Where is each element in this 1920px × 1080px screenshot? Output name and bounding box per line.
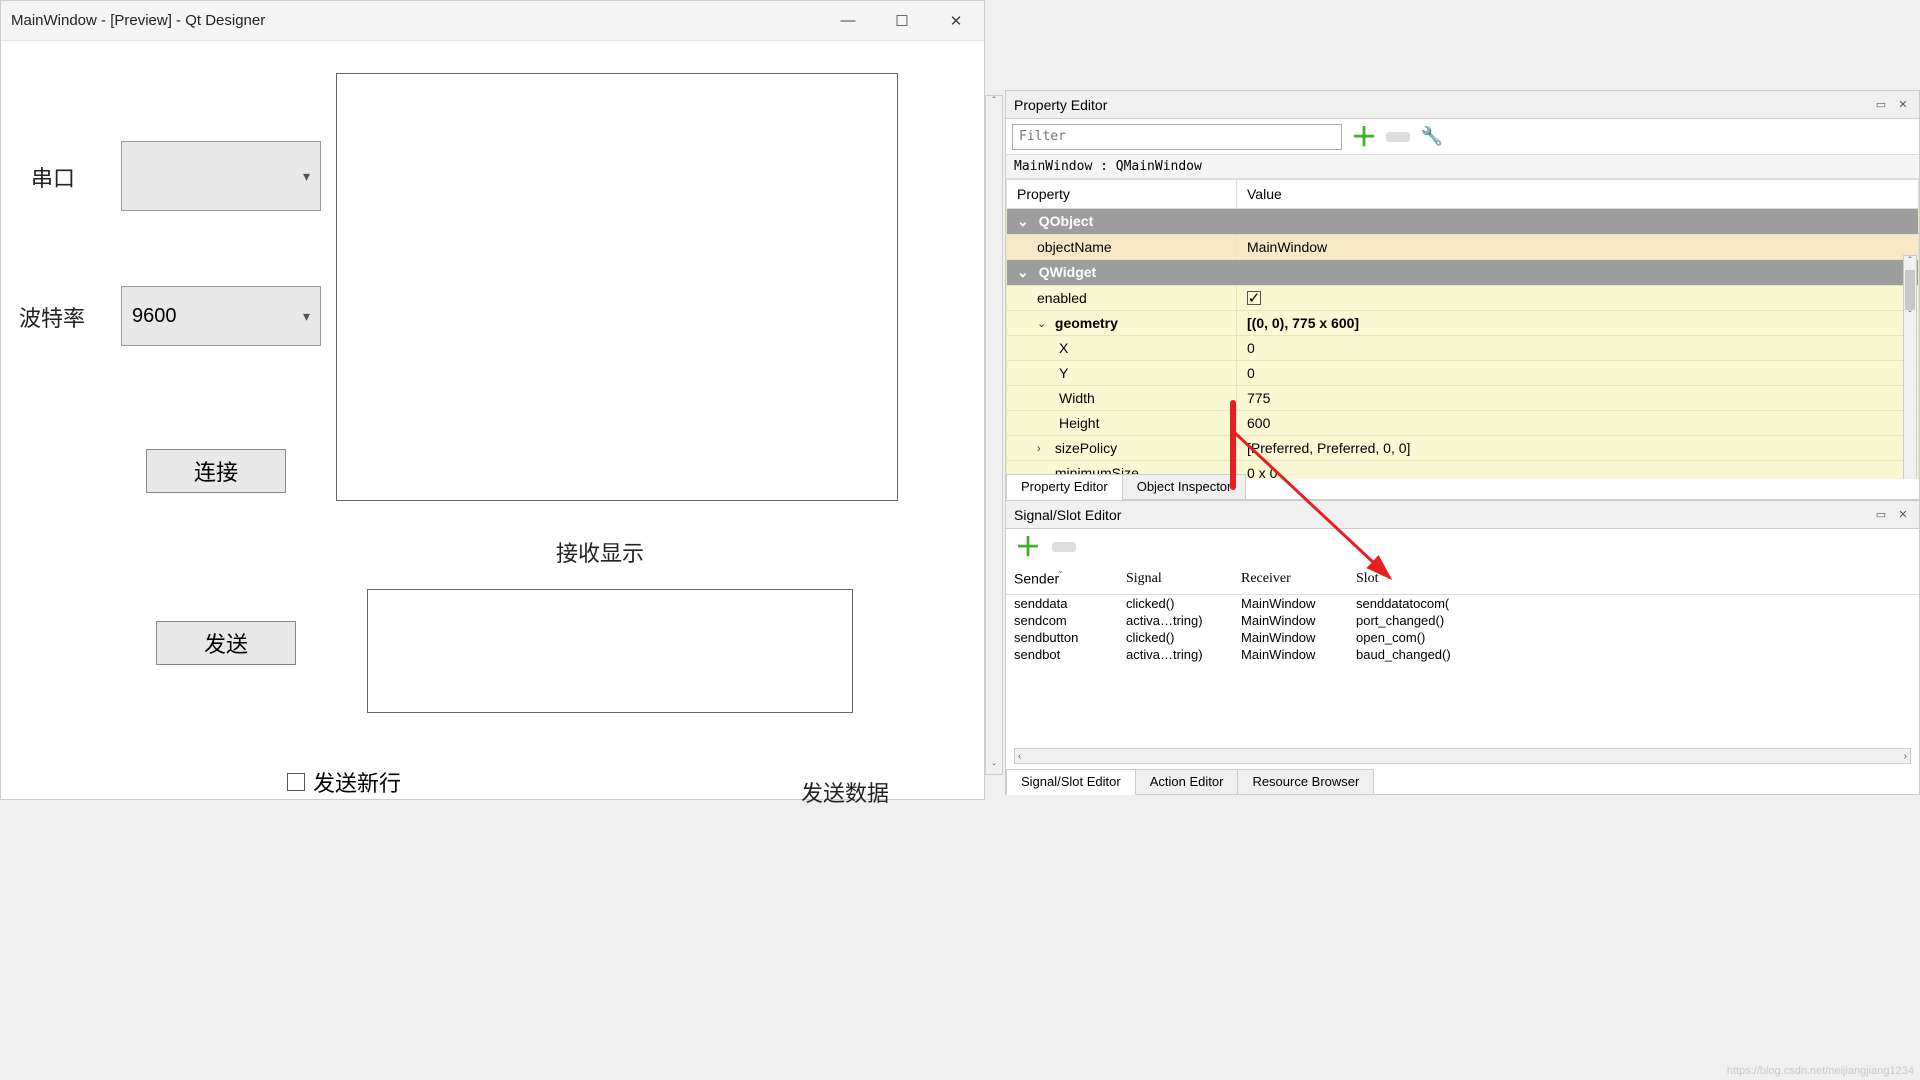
close-icon[interactable]: ✕ (1895, 97, 1911, 113)
col-slot[interactable]: Slot (1348, 565, 1919, 594)
baud-combobox[interactable]: 9600 ▾ (121, 286, 321, 346)
chevron-down-icon: ▾ (303, 168, 310, 185)
row-width[interactable]: Width775 (1007, 386, 1919, 411)
signal-slot-panel: Signal/Slot Editor ▭ ✕ ＋ Senderˇ Signal … (1005, 500, 1920, 795)
signal-slot-bottom-tabs: Signal/Slot Editor Action Editor Resourc… (1006, 769, 1373, 795)
float-icon[interactable]: ▭ (1873, 507, 1889, 523)
annotation-vertical-mark (1230, 400, 1236, 490)
property-editor-header[interactable]: Property Editor ▭ ✕ (1006, 91, 1919, 119)
maximize-button[interactable]: ☐ (884, 7, 920, 35)
preview-window: MainWindow - [Preview] - Qt Designer — ☐… (0, 0, 985, 800)
table-row[interactable]: senddataclicked()MainWindowsenddatatocom… (1006, 594, 1919, 612)
remove-connection-icon[interactable] (1052, 535, 1076, 559)
group-qobject[interactable]: ⌄ QObject (1007, 209, 1919, 235)
row-x[interactable]: X0 (1007, 336, 1919, 361)
send-button[interactable]: 发送 (156, 621, 296, 665)
row-sizepolicy[interactable]: › sizePolicy[Preferred, Preferred, 0, 0] (1007, 436, 1919, 461)
settings-wrench-icon[interactable]: 🔧 (1420, 125, 1444, 149)
send-newline-checkbox[interactable]: 发送新行 (287, 766, 401, 798)
col-property[interactable]: Property (1007, 180, 1237, 209)
col-receiver[interactable]: Receiver (1233, 565, 1348, 594)
property-table-header: Property Value (1007, 180, 1919, 209)
connect-button[interactable]: 连接 (146, 449, 286, 493)
send-button-label: 发送 (204, 627, 248, 659)
row-enabled[interactable]: enabled✓ (1007, 286, 1919, 311)
window-controls: — ☐ ✕ (830, 7, 974, 35)
signal-slot-toolbar: ＋ (1006, 529, 1919, 565)
property-editor-title: Property Editor (1014, 97, 1107, 113)
col-sender[interactable]: Senderˇ (1006, 565, 1118, 594)
right-dock: ˆˇ Property Editor ▭ ✕ ＋ 🔧 MainWindow : … (1005, 0, 1920, 1080)
table-row[interactable]: sendbotactiva…tring)MainWindowbaud_chang… (1006, 646, 1919, 663)
connect-button-label: 连接 (194, 455, 238, 487)
object-path: MainWindow : QMainWindow (1006, 155, 1919, 179)
property-table[interactable]: Property Value ⌄ QObject objectNameMainW… (1006, 179, 1919, 479)
preview-body: 串口 ▾ 波特率 9600 ▾ 连接 发送 接收显示 发送新行 发送数据 (1, 41, 984, 799)
checkbox-box-icon (287, 773, 305, 791)
signal-slot-table-header: Senderˇ Signal Receiver Slot (1006, 565, 1919, 594)
group-qwidget[interactable]: ⌄ QWidget (1007, 260, 1919, 286)
add-connection-icon[interactable]: ＋ (1016, 535, 1040, 559)
recv-textarea[interactable] (336, 73, 898, 501)
signal-slot-hscroll[interactable]: ‹› (1014, 748, 1911, 764)
close-button[interactable]: ✕ (938, 7, 974, 35)
tab-object-inspector[interactable]: Object Inspector (1122, 474, 1247, 500)
col-signal[interactable]: Signal (1118, 565, 1233, 594)
tab-resource-browser[interactable]: Resource Browser (1237, 769, 1374, 795)
preview-title: MainWindow - [Preview] - Qt Designer (11, 12, 265, 29)
property-editor-panel: Property Editor ▭ ✕ ＋ 🔧 MainWindow : QMa… (1005, 90, 1920, 500)
tab-action-editor[interactable]: Action Editor (1135, 769, 1239, 795)
remove-property-icon[interactable] (1386, 125, 1410, 149)
watermark: https://blog.csdn.net/neijiangjiang1234 (1727, 1065, 1914, 1077)
signal-slot-title: Signal/Slot Editor (1014, 507, 1121, 523)
filter-input[interactable] (1012, 124, 1342, 150)
serial-combobox[interactable]: ▾ (121, 141, 321, 211)
preview-titlebar[interactable]: MainWindow - [Preview] - Qt Designer — ☐… (1, 1, 984, 41)
table-row[interactable]: sendcomactiva…tring)MainWindowport_chang… (1006, 612, 1919, 629)
baud-value: 9600 (132, 305, 177, 328)
property-scrollbar[interactable]: ˆˇ (1903, 255, 1917, 479)
col-value[interactable]: Value (1237, 180, 1919, 209)
serial-label: 串口 (31, 161, 75, 193)
row-geometry[interactable]: ⌄ geometry[(0, 0), 775 x 600] (1007, 311, 1919, 336)
float-icon[interactable]: ▭ (1873, 97, 1889, 113)
signal-slot-header[interactable]: Signal/Slot Editor ▭ ✕ (1006, 501, 1919, 529)
add-property-icon[interactable]: ＋ (1352, 125, 1376, 149)
property-toolbar: ＋ 🔧 (1006, 119, 1919, 155)
table-row[interactable]: sendbuttonclicked()MainWindowopen_com() (1006, 629, 1919, 646)
send-data-label: 发送数据 (801, 776, 889, 808)
main-scrollbar[interactable]: ˆˇ (985, 95, 1003, 775)
tab-property-editor[interactable]: Property Editor (1006, 474, 1123, 500)
recv-display-label: 接收显示 (556, 536, 644, 568)
send-newline-label: 发送新行 (313, 766, 401, 798)
close-icon[interactable]: ✕ (1895, 507, 1911, 523)
row-height[interactable]: Height600 (1007, 411, 1919, 436)
property-bottom-tabs: Property Editor Object Inspector (1006, 474, 1245, 500)
send-textarea[interactable] (367, 589, 853, 713)
signal-slot-table[interactable]: Senderˇ Signal Receiver Slot senddatacli… (1006, 565, 1919, 663)
minimize-button[interactable]: — (830, 7, 866, 35)
chevron-down-icon: ▾ (303, 308, 310, 325)
row-objectname[interactable]: objectNameMainWindow (1007, 235, 1919, 260)
row-y[interactable]: Y0 (1007, 361, 1919, 386)
tab-signal-slot-editor[interactable]: Signal/Slot Editor (1006, 769, 1136, 795)
baud-label: 波特率 (19, 301, 85, 333)
